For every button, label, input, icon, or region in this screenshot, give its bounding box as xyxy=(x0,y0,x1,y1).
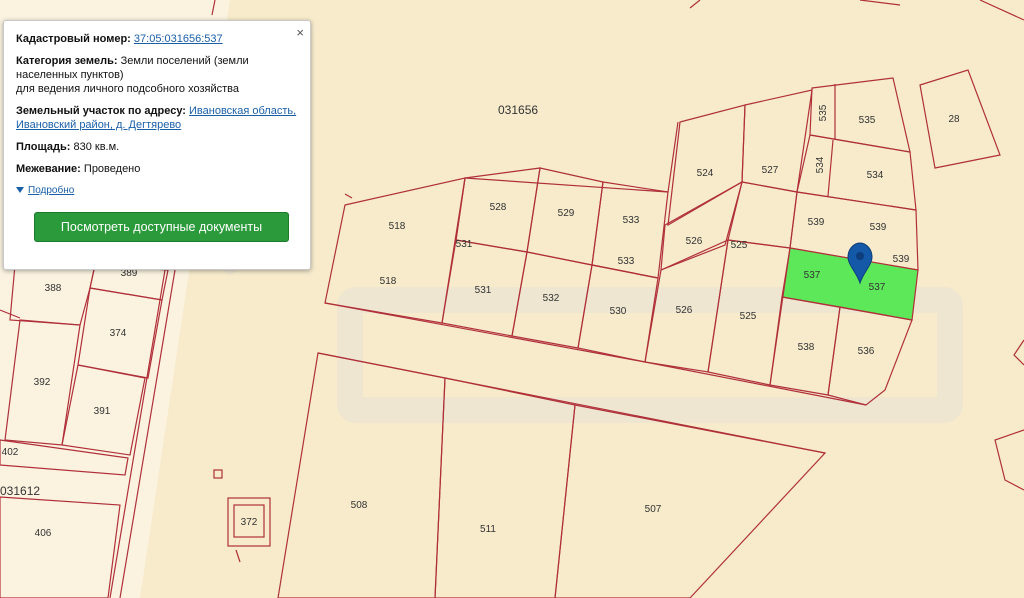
label-518-a: 518 xyxy=(389,221,406,232)
triangle-down-icon xyxy=(16,187,24,193)
label-531-b: 531 xyxy=(475,285,492,296)
label-508: 508 xyxy=(351,500,368,511)
label-528: 528 xyxy=(490,202,507,213)
area-label: Площадь: xyxy=(16,141,71,153)
label-533-a: 533 xyxy=(623,215,640,226)
label-525-top: 525 xyxy=(731,240,748,251)
label-534: 534 xyxy=(867,170,884,181)
view-documents-button[interactable]: Посмотреть доступные документы xyxy=(34,211,289,242)
label-530: 530 xyxy=(610,306,627,317)
label-539-a: 539 xyxy=(808,217,825,228)
label-526-top: 526 xyxy=(686,236,703,247)
category-label: Категория земель: xyxy=(16,55,118,67)
label-388: 388 xyxy=(45,283,62,294)
label-507: 507 xyxy=(645,504,662,515)
area-value: 830 кв.м. xyxy=(73,141,120,153)
label-532: 532 xyxy=(543,293,560,304)
label-374: 374 xyxy=(110,328,127,339)
survey-label: Межевание: xyxy=(16,163,81,175)
label-526: 526 xyxy=(676,305,693,316)
label-539-c: 539 xyxy=(893,254,910,265)
label-372: 372 xyxy=(241,517,258,528)
cadastral-row: Кадастровый номер: 37:05:031656:537 xyxy=(16,32,298,46)
close-icon[interactable]: × xyxy=(296,25,304,40)
label-529: 529 xyxy=(558,208,575,219)
more-details-link[interactable]: Подробно xyxy=(16,185,74,196)
parcel-info-popup: × Кадастровый номер: 37:05:031656:537 Ка… xyxy=(3,20,311,270)
label-533-b: 533 xyxy=(618,256,635,267)
label-538: 538 xyxy=(798,342,815,353)
label-391: 391 xyxy=(94,406,111,417)
label-527: 527 xyxy=(762,165,779,176)
address-link-2[interactable]: Ивановский район, д. Дегтярево xyxy=(16,119,181,131)
label-392: 392 xyxy=(34,377,51,388)
parcel-406[interactable] xyxy=(0,496,121,598)
label-406: 406 xyxy=(35,528,52,539)
address-label: Земельный участок по адресу: xyxy=(16,105,186,117)
label-525: 525 xyxy=(740,311,757,322)
label-535: 535 xyxy=(859,115,876,126)
label-531-a: 531 xyxy=(456,239,473,250)
category-value-2: населенных пунктов) xyxy=(16,69,124,81)
survey-value: Проведено xyxy=(83,163,141,175)
label-402: 402 xyxy=(2,447,19,458)
cadastral-label: Кадастровый номер: xyxy=(16,33,131,45)
address-link-1[interactable]: Ивановская область, xyxy=(189,105,296,117)
block-label-left: 031612 xyxy=(0,484,40,498)
label-535-rot: 535 xyxy=(818,104,829,121)
category-row: Категория земель: Земли поселений (земли… xyxy=(16,54,298,96)
label-536: 536 xyxy=(858,346,875,357)
parcel-388[interactable] xyxy=(9,264,96,326)
survey-row: Межевание: Проведено xyxy=(16,162,298,176)
label-537-b: 537 xyxy=(869,282,886,293)
label-524: 524 xyxy=(697,168,714,179)
label-511: 511 xyxy=(480,524,496,535)
category-value-3: для ведения личного подсобного хозяйства xyxy=(16,83,239,95)
label-534-rot: 534 xyxy=(815,156,826,173)
address-row: Земельный участок по адресу: Ивановская … xyxy=(16,104,298,132)
label-539-b: 539 xyxy=(870,222,887,233)
label-518-b: 518 xyxy=(380,276,397,287)
boundary-top xyxy=(211,0,216,16)
area-row: Площадь: 830 кв.м. xyxy=(16,140,298,154)
label-28: 28 xyxy=(948,114,960,125)
cadastral-link[interactable]: 37:05:031656:537 xyxy=(134,33,223,45)
more-details-label: Подробно xyxy=(28,184,75,196)
block-label-main: 031656 xyxy=(498,103,538,117)
label-537-a: 537 xyxy=(804,270,821,281)
category-value-1: Земли поселений (земли xyxy=(120,55,249,67)
